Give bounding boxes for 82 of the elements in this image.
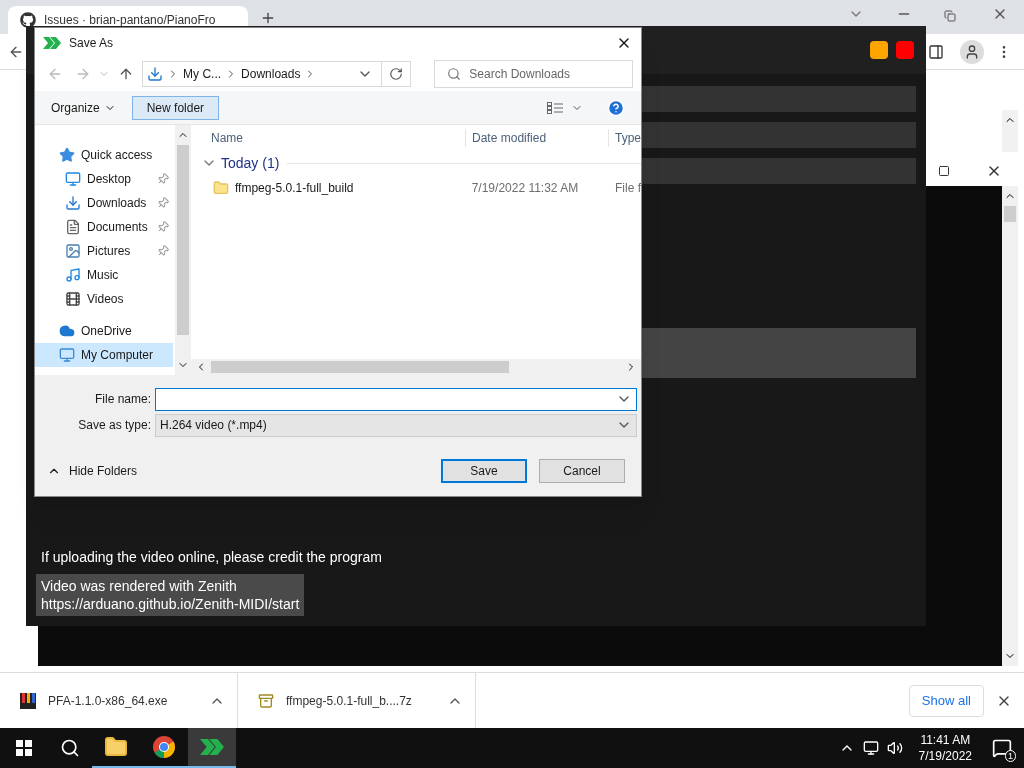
cloud-icon xyxy=(59,323,75,339)
download-icon xyxy=(65,195,81,211)
nav-item[interactable]: Desktop xyxy=(35,167,173,191)
new-folder-button[interactable]: New folder xyxy=(131,95,220,120)
scrollbar-thumb[interactable] xyxy=(177,145,189,335)
side-panel-icon[interactable] xyxy=(928,43,944,60)
search-icon xyxy=(447,67,462,81)
nav-item[interactable]: Videos xyxy=(35,287,173,311)
organize-menu-button[interactable]: Organize xyxy=(47,95,120,120)
nav-item[interactable]: Music xyxy=(35,263,173,287)
dialog-button[interactable]: Cancel xyxy=(539,459,625,483)
column-header[interactable]: Name xyxy=(191,129,466,147)
search-field[interactable]: Search Downloads xyxy=(434,60,633,88)
star-icon xyxy=(59,147,75,163)
document-icon xyxy=(65,219,81,235)
piano-keys-icon xyxy=(20,692,36,709)
windows-logo-icon[interactable] xyxy=(16,740,32,756)
horizontal-scrollbar[interactable] xyxy=(191,359,641,375)
details-view-icon xyxy=(547,101,563,114)
file-type: File f xyxy=(614,180,641,197)
scrollbar-thumb[interactable] xyxy=(1004,206,1016,222)
folder-icon xyxy=(213,180,229,196)
volume-icon[interactable] xyxy=(886,740,903,756)
address-bar[interactable]: My C... Downloads xyxy=(142,61,411,87)
color-swatch[interactable] xyxy=(870,41,888,59)
monitor-icon xyxy=(65,171,81,187)
hide-folders-button[interactable]: Hide Folders xyxy=(47,462,138,480)
help-icon[interactable] xyxy=(607,98,625,117)
column-header[interactable]: Type xyxy=(608,129,641,147)
search-icon[interactable] xyxy=(60,738,80,758)
nav-item[interactable]: Documents xyxy=(35,215,173,239)
person-icon xyxy=(964,43,980,60)
scrollbar[interactable] xyxy=(1002,186,1018,666)
folder-icon xyxy=(104,735,128,759)
save-type-dropdown[interactable]: H.264 video (*.mp4) xyxy=(155,413,637,437)
file-name[interactable]: ffmpeg-5.0.1-full_build xyxy=(235,179,354,197)
network-icon[interactable] xyxy=(862,740,879,756)
date-modified: 7/19/2022 11:32 AM xyxy=(470,180,580,197)
browser-logo-icon xyxy=(152,735,176,759)
column-header[interactable]: Date modified xyxy=(465,129,608,147)
field-label: Save as type: xyxy=(77,417,152,434)
restore-icon[interactable] xyxy=(944,10,956,22)
nav-item[interactable]: Pictures xyxy=(35,239,173,263)
scrollbar[interactable] xyxy=(175,125,191,375)
window-title: Save As xyxy=(69,34,114,52)
color-swatch[interactable] xyxy=(896,41,914,59)
group-header[interactable]: Today (1) xyxy=(191,151,641,175)
picture-icon xyxy=(65,243,81,259)
nav-item[interactable]: My Computer xyxy=(35,343,173,367)
chevron-logo-icon xyxy=(200,739,224,755)
avatar-icon[interactable] xyxy=(960,39,984,64)
notice-text: If uploading the video online, please credit the program xyxy=(41,548,383,567)
breadcrumb-item[interactable]: Downloads xyxy=(241,65,301,83)
github-logo-icon xyxy=(20,12,36,28)
notification-badge: 1 xyxy=(1005,750,1016,762)
notification-button[interactable]: 1 xyxy=(992,738,1012,758)
dialog-button[interactable]: Save xyxy=(441,459,527,483)
maximize-icon[interactable] xyxy=(938,165,950,177)
credit-text: Video was rendered with Zenith https://arduano.github.io/Zenith-MIDI/start xyxy=(36,574,305,616)
clock[interactable]: 11:41 AM 7/19/2022 xyxy=(918,732,972,764)
music-note-icon xyxy=(65,267,81,283)
nav-item[interactable]: Downloads xyxy=(35,191,173,215)
message-icon xyxy=(992,738,1012,758)
nav-item[interactable]: OneDrive xyxy=(35,319,173,343)
archive-icon xyxy=(258,692,274,709)
monitor-icon xyxy=(59,347,75,363)
scrollbar[interactable] xyxy=(1002,110,1018,152)
new-tab-icon[interactable] xyxy=(260,10,276,26)
breadcrumb-item[interactable]: My C... xyxy=(183,65,222,83)
scrollbar-thumb[interactable] xyxy=(211,361,509,373)
chevron-logo-icon xyxy=(43,36,61,49)
file-name-field[interactable] xyxy=(155,387,637,411)
search-input[interactable]: Search Downloads xyxy=(469,65,620,83)
download-icon xyxy=(147,66,164,82)
view-options-button[interactable] xyxy=(547,101,583,114)
group-label: Today (1) xyxy=(221,153,280,173)
nav-item[interactable]: Quick access xyxy=(35,143,173,167)
field-label: File name: xyxy=(93,391,152,408)
film-icon xyxy=(65,291,81,307)
refresh-icon[interactable] xyxy=(388,67,403,81)
show-all-button[interactable]: Show all xyxy=(908,684,984,717)
taskbar-app[interactable] xyxy=(188,728,236,768)
